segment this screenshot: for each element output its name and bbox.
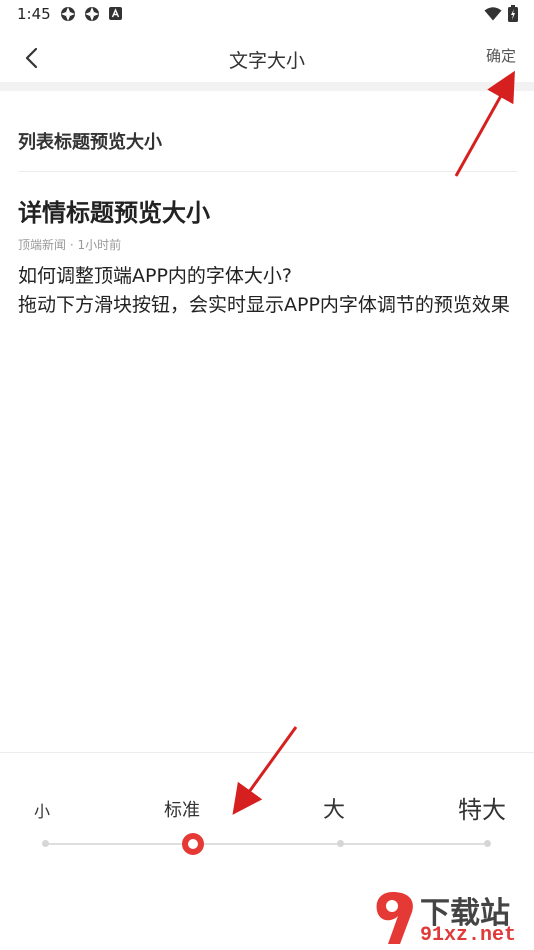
slider-thumb-center — [188, 839, 198, 849]
slider-panel-divider — [0, 752, 534, 753]
watermark-domain: 91xz.net — [420, 924, 517, 947]
top-app-bar: 文字大小 确定 — [0, 30, 534, 82]
slider-track[interactable] — [45, 843, 488, 845]
keyboard-icon — [109, 7, 122, 20]
detail-title-preview: 详情标题预览大小 — [18, 199, 210, 227]
size-option-standard[interactable]: 标准 — [164, 796, 200, 822]
arrow-to-confirm — [454, 70, 515, 177]
confirm-button[interactable]: 确定 — [486, 45, 516, 66]
size-option-extra-large[interactable]: 特大 — [458, 790, 506, 825]
app-notification-icon — [85, 7, 99, 21]
site-watermark: 下载站 91xz.net — [368, 886, 534, 950]
page-title: 文字大小 — [228, 50, 305, 72]
slider-thumb[interactable] — [182, 833, 204, 855]
section-divider — [0, 82, 534, 91]
article-body-preview: 如何调整顶端APP内的字体大小? 拖动下方滑块按钮，会实时显示APP内字体调节的… — [18, 262, 518, 320]
size-option-large[interactable]: 大 — [323, 792, 345, 824]
arrow-to-standard — [232, 726, 298, 815]
divider-line — [18, 171, 517, 172]
status-time: 1:45 — [17, 5, 51, 23]
status-bar: 1:45 — [0, 0, 534, 30]
size-option-small[interactable]: 小 — [34, 798, 50, 822]
body-line: 拖动下方滑块按钮，会实时显示APP内字体调节的预览效果 — [18, 294, 510, 316]
watermark-logo-icon — [376, 892, 413, 944]
list-title-preview: 列表标题预览大小 — [18, 132, 162, 153]
slider-tick[interactable] — [337, 840, 344, 847]
article-meta: 顶端新闻 · 1小时前 — [18, 238, 122, 252]
back-arrow-icon[interactable] — [18, 44, 46, 72]
battery-icon — [508, 5, 518, 22]
slider-tick[interactable] — [42, 840, 49, 847]
slider-tick[interactable] — [484, 840, 491, 847]
app-notification-icon — [61, 7, 75, 21]
wifi-icon — [484, 7, 502, 21]
body-line: 如何调整顶端APP内的字体大小? — [18, 265, 292, 287]
